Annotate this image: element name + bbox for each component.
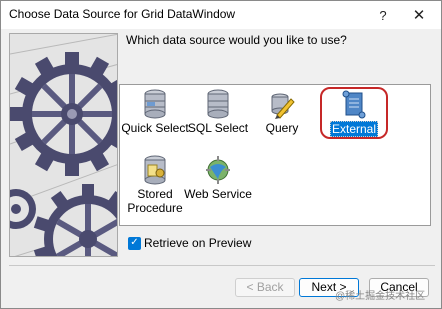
retrieve-on-preview-checkbox[interactable]: ✓ Retrieve on Preview [128,236,251,250]
stored-procedure-icon [144,155,166,185]
choice-label-selected: External [329,121,379,137]
retrieve-label: Retrieve on Preview [144,236,252,250]
web-service-icon [206,156,230,184]
data-source-question: Which data source would you like to use? [126,33,347,47]
gear-image [10,34,117,256]
window-title: Choose Data Source for Grid DataWindow [9,7,236,21]
database-icon [144,89,166,119]
dialog-window: Choose Data Source for Grid DataWindow ?… [0,0,442,309]
choice-label: Web Service [184,187,252,201]
watermark: @稀土掘金技术社区 [335,291,426,302]
close-button[interactable]: ✕ [403,3,435,27]
back-button[interactable]: < Back [235,278,295,297]
separator [9,265,435,266]
checkbox-checked-icon[interactable]: ✓ [128,236,141,250]
query-icon [271,93,295,119]
choice-query[interactable]: Query [244,89,320,135]
choice-external[interactable]: External [316,89,392,137]
choice-label: Query [265,121,299,135]
choice-web-service[interactable]: Web Service [180,155,256,201]
database-icon [207,89,229,119]
choice-label: SQL Select [187,121,249,135]
data-source-list: Quick Select SQL Select Query External S… [119,84,431,226]
title-bar: Choose Data Source for Grid DataWindow ?… [1,1,441,29]
scroll-icon [342,90,366,119]
help-button[interactable]: ? [367,3,399,27]
gear-illustration [9,33,118,257]
